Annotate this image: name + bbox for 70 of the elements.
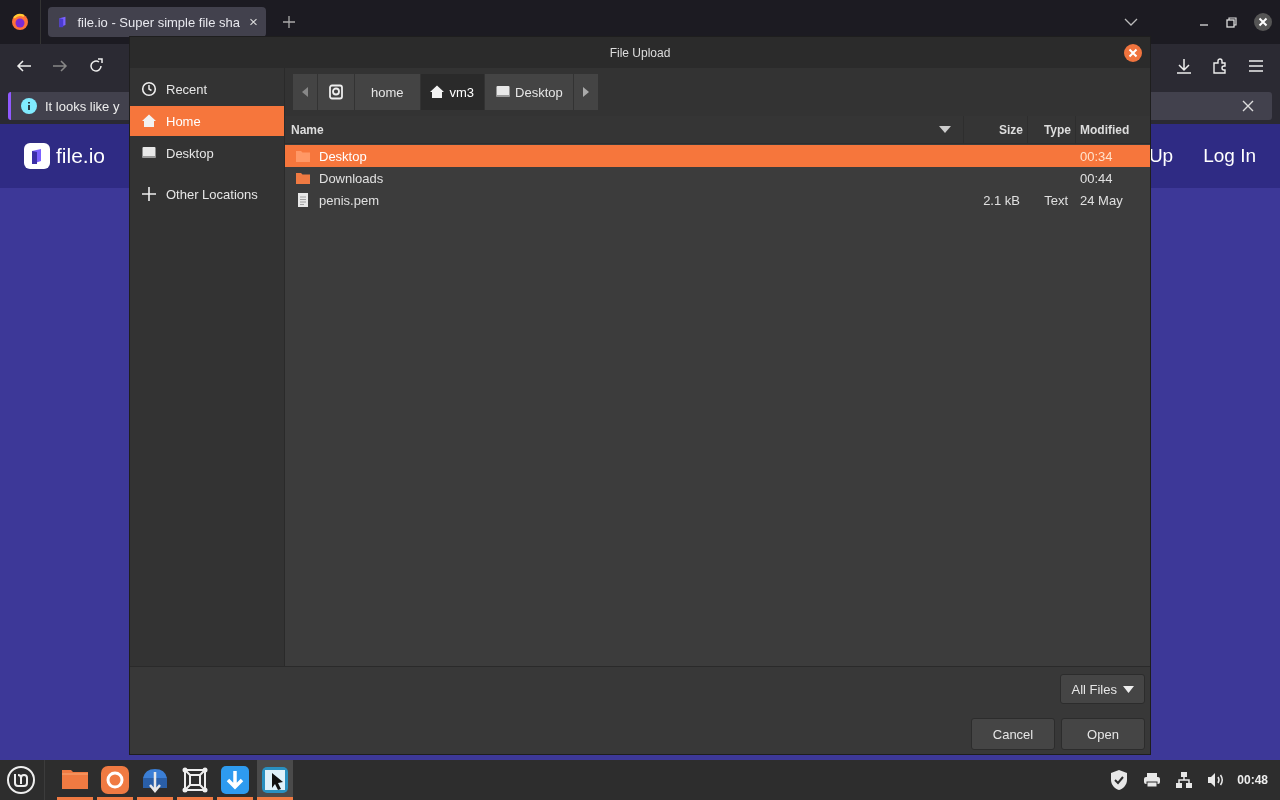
folder-icon: [295, 170, 311, 186]
document-icon: [295, 192, 311, 208]
table-cell: penis.pem: [319, 192, 379, 208]
puzzle-icon[interactable]: [1212, 58, 1228, 74]
taskbar-app[interactable]: [257, 760, 293, 800]
download-icon: [220, 765, 250, 795]
close-icon[interactable]: [1254, 13, 1272, 31]
file-type-dropdown[interactable]: All Files: [1060, 674, 1145, 704]
column-header[interactable]: Size: [964, 116, 1028, 143]
dialog-button[interactable]: Cancel: [971, 718, 1055, 750]
triangle-left-icon: [302, 87, 308, 97]
table-cell: 24 May: [1080, 192, 1123, 208]
file-row[interactable]: Downloads 00:44: [285, 167, 1150, 189]
close-icon[interactable]: [1242, 100, 1254, 112]
sidebar-item[interactable]: Desktop: [130, 138, 284, 168]
dialog-title: File Upload: [609, 45, 671, 60]
close-icon[interactable]: [1124, 44, 1142, 62]
clock-icon: [141, 81, 157, 97]
notification-text: It looks like y: [45, 98, 120, 114]
nav-link[interactable]: Log In: [1203, 145, 1256, 167]
info-icon: [21, 98, 37, 114]
logo-icon: [24, 143, 50, 169]
table-cell: 00:44: [1080, 170, 1113, 186]
dialog-button[interactable]: Open: [1061, 718, 1145, 750]
network-icon[interactable]: [1175, 771, 1194, 789]
browser-tab[interactable]: file.io - Super simple file sha: [48, 7, 266, 37]
mint-menu-icon[interactable]: [6, 765, 36, 795]
reload-icon[interactable]: [88, 58, 104, 74]
table-cell: 2.1 kB: [983, 192, 1020, 208]
clock-text[interactable]: 00:48: [1237, 773, 1268, 787]
path-button[interactable]: vm3: [420, 74, 485, 110]
menu-icon[interactable]: [1248, 59, 1264, 73]
square-frame-icon: [180, 765, 210, 795]
volume-icon[interactable]: [1207, 772, 1226, 788]
table-cell: Desktop: [319, 148, 367, 164]
file-row[interactable]: penis.pem 2.1 kB Text 24 May: [285, 189, 1150, 211]
folder-icon: [295, 148, 311, 164]
new-tab-icon[interactable]: [282, 15, 296, 29]
pointer-icon: [260, 765, 290, 795]
path-button[interactable]: Desktop: [485, 74, 573, 110]
table-cell: Downloads: [319, 170, 384, 186]
forward-icon[interactable]: [52, 58, 68, 74]
tab-title: file.io - Super simple file sha: [77, 14, 241, 30]
browser-icon: [100, 765, 130, 795]
sidebar-item[interactable]: Other Locations: [130, 179, 284, 209]
triangle-right-icon: [582, 87, 589, 97]
column-header[interactable]: Name: [285, 116, 964, 143]
logo-text: file.io: [56, 144, 106, 168]
chevron-down-icon[interactable]: [1124, 17, 1138, 27]
sidebar-item[interactable]: Recent: [130, 74, 284, 104]
shield-icon[interactable]: [1109, 769, 1130, 791]
maximize-icon[interactable]: [1226, 16, 1237, 28]
column-header[interactable]: Modified: [1076, 116, 1150, 143]
monitor-icon: [495, 84, 512, 100]
plus-icon: [141, 186, 157, 202]
path-button[interactable]: [318, 74, 354, 110]
download-icon[interactable]: [1176, 58, 1192, 74]
column-header[interactable]: Type: [1028, 116, 1076, 143]
printer-icon[interactable]: [1143, 772, 1162, 788]
home-icon: [141, 113, 157, 129]
back-icon[interactable]: [16, 58, 32, 74]
caret-icon: [1123, 685, 1134, 693]
sort-arrow-icon: [939, 126, 951, 133]
table-cell: 00:34: [1080, 148, 1113, 164]
table-cell: Text: [1044, 192, 1068, 208]
home-icon: [428, 84, 445, 100]
monitor-icon: [141, 145, 157, 161]
path-button[interactable]: home: [355, 74, 420, 110]
browser-logo-icon[interactable]: [11, 13, 29, 31]
scroll-right-button[interactable]: [573, 74, 598, 110]
